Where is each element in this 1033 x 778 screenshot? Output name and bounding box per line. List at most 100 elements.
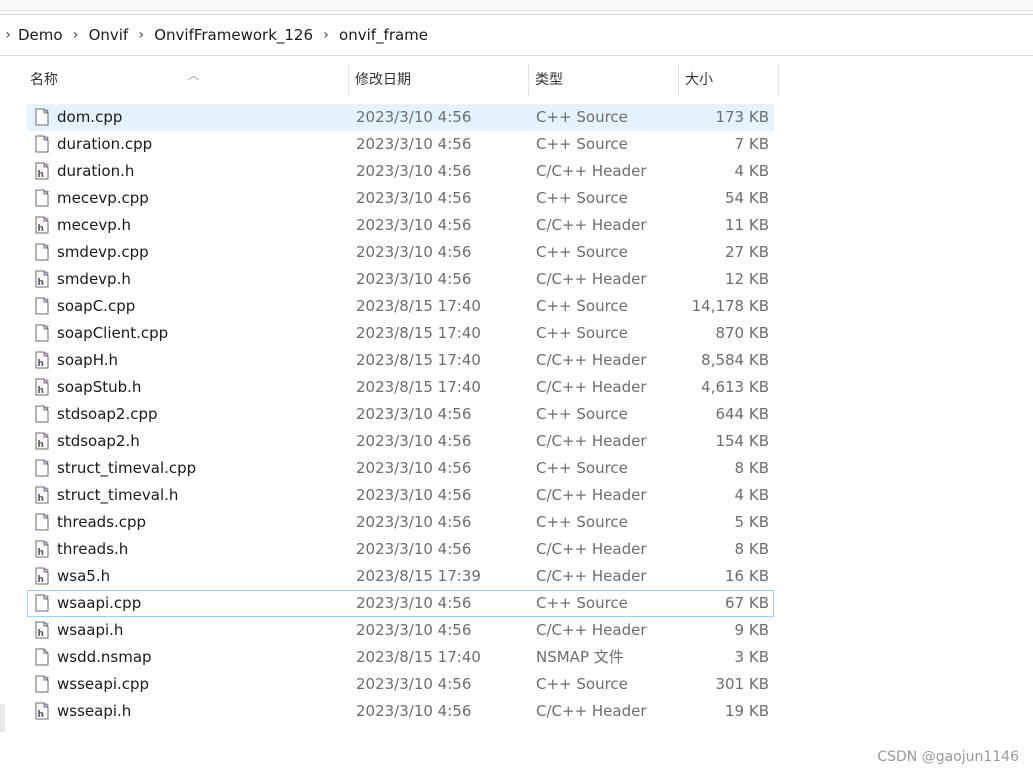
svg-text:h: h <box>38 386 44 396</box>
svg-text:h: h <box>38 710 44 720</box>
file-name: duration.h <box>57 162 135 180</box>
svg-text:h: h <box>38 548 44 558</box>
header-file-icon: h++ <box>34 486 55 504</box>
file-size: 19 KB <box>725 702 769 720</box>
file-type: C++ Source <box>536 405 628 423</box>
file-size: 8 KB <box>734 540 769 558</box>
chevron-right-icon[interactable]: › <box>130 27 152 43</box>
column-header-type-label: 类型 <box>535 72 563 88</box>
cpp-file-icon: ++ <box>34 594 55 612</box>
sort-ascending-icon: ︿ <box>188 69 199 82</box>
file-modified-date: 2023/3/10 4:56 <box>356 594 472 612</box>
chevron-right-icon[interactable]: › <box>65 27 87 43</box>
file-type: C++ Source <box>536 594 628 612</box>
cpp-file-icon: ++ <box>34 459 55 477</box>
file-row[interactable]: ++ soapC.cpp 2023/8/15 17:40 C++ Source 14,1… <box>27 293 774 320</box>
file-type: NSMAP 文件 <box>536 648 624 666</box>
column-header-size[interactable]: 大小 <box>679 64 779 96</box>
file-row[interactable]: ++ duration.cpp 2023/3/10 4:56 C++ Source 7 … <box>27 131 774 158</box>
file-name: threads.cpp <box>57 513 147 531</box>
header-file-icon: h++ <box>34 540 55 558</box>
file-row[interactable]: h++soapH.h2023/8/15 17:40C/C++ Header8,5… <box>27 347 774 374</box>
file-modified-date: 2023/3/10 4:56 <box>356 162 472 180</box>
scrollbar-thumb[interactable] <box>0 704 5 732</box>
header-file-icon: h++ <box>34 216 55 234</box>
column-header-row: 名称 ︿ 修改日期 类型 大小 <box>24 64 779 96</box>
svg-text:++: ++ <box>45 621 51 628</box>
svg-text:h: h <box>38 575 44 585</box>
svg-text:++: ++ <box>45 162 51 169</box>
file-size: 27 KB <box>725 243 769 261</box>
cpp-file-icon: ++ <box>34 513 55 531</box>
file-row[interactable]: h++duration.h 2023/3/10 4:56 C/C++ Header 4… <box>27 158 774 185</box>
file-row[interactable]: h++mecevp.h2023/3/10 4:56C/C++ Header11 … <box>27 212 774 239</box>
file-row[interactable]: h++smdevp.h2023/3/10 4:56C/C++ Header12 … <box>27 266 774 293</box>
file-row[interactable]: ++ soapClient.cpp 2023/8/15 17:40 C++ Sourc… <box>27 320 774 347</box>
file-row[interactable]: ++ smdevp.cpp 2023/3/10 4:56 C++ Source 27 K… <box>27 239 774 266</box>
svg-text:++: ++ <box>45 459 50 466</box>
svg-text:++: ++ <box>45 351 51 358</box>
file-modified-date: 2023/3/10 4:56 <box>356 675 472 693</box>
file-row[interactable]: ++ struct_timeval.cpp 2023/3/10 4:56 C++ So… <box>27 455 774 482</box>
file-size: 7 KB <box>734 135 769 153</box>
file-type: C/C++ Header <box>536 351 647 369</box>
file-row[interactable]: wsdd.nsmap 2023/8/15 17:40 NSMAP 文件 3 KB <box>27 644 774 671</box>
file-name: mecevp.h <box>57 216 131 234</box>
breadcrumb-item-onvif[interactable]: Onvif <box>87 26 131 44</box>
file-row[interactable]: ++ wsaapi.cpp 2023/3/10 4:56 C++ Source 67 K… <box>27 590 774 617</box>
svg-text:h: h <box>38 440 44 450</box>
header-file-icon: h++ <box>34 621 55 639</box>
file-row[interactable]: h++struct_timeval.h2023/3/10 4:56C/C++ H… <box>27 482 774 509</box>
chevron-right-icon[interactable]: › <box>0 27 16 43</box>
header-file-icon: h++ <box>34 351 55 369</box>
svg-text:++: ++ <box>45 243 50 250</box>
file-type: C/C++ Header <box>536 270 647 288</box>
breadcrumb-item-onvifframework[interactable]: OnvifFramework_126 <box>152 26 315 44</box>
file-row[interactable]: h++stdsoap2.h2023/3/10 4:56C/C++ Header1… <box>27 428 774 455</box>
cpp-file-icon: ++ <box>34 135 55 153</box>
file-row[interactable]: h++soapStub.h2023/8/15 17:40C/C++ Header… <box>27 374 774 401</box>
file-row[interactable]: ++ threads.cpp 2023/3/10 4:56 C++ Source 5 K… <box>27 509 774 536</box>
file-name: wsseapi.cpp <box>57 675 150 693</box>
breadcrumb: › Demo › Onvif › OnvifFramework_126 › on… <box>0 15 430 55</box>
file-size: 4 KB <box>734 162 769 180</box>
file-row[interactable]: h++wsaapi.h2023/3/10 4:56C/C++ Header9 K… <box>27 617 774 644</box>
header-file-icon: h++ <box>34 162 55 180</box>
header-file-icon: h++ <box>34 567 55 585</box>
file-row[interactable]: ++ mecevp.cpp 2023/3/10 4:56 C++ Source 54 K… <box>27 185 774 212</box>
chevron-right-icon[interactable]: › <box>315 27 337 43</box>
svg-text:++: ++ <box>45 675 50 682</box>
column-header-date[interactable]: 修改日期 <box>349 64 529 96</box>
file-row[interactable]: ++ stdsoap2.cpp 2023/3/10 4:56 C++ Source 64… <box>27 401 774 428</box>
file-modified-date: 2023/8/15 17:40 <box>356 378 481 396</box>
address-bar[interactable]: › Demo › Onvif › OnvifFramework_126 › on… <box>0 14 1033 56</box>
file-size: 67 KB <box>725 594 769 612</box>
header-file-icon: h++ <box>34 702 55 720</box>
breadcrumb-item-demo[interactable]: Demo <box>16 26 65 44</box>
svg-text:h: h <box>38 494 44 504</box>
column-header-name[interactable]: 名称 ︿ <box>24 64 349 96</box>
file-row[interactable]: h++wsa5.h2023/8/15 17:39C/C++ Header16 K… <box>27 563 774 590</box>
file-name: wsseapi.h <box>57 702 132 720</box>
file-size: 173 KB <box>715 108 769 126</box>
svg-text:++: ++ <box>45 189 50 196</box>
file-row[interactable]: ++ wsseapi.cpp 2023/3/10 4:56 C++ Source 301… <box>27 671 774 698</box>
cpp-file-icon: ++ <box>34 243 55 261</box>
breadcrumb-item-onvif-frame[interactable]: onvif_frame <box>337 26 430 44</box>
file-row[interactable]: ++ dom.cpp 2023/3/10 4:56 C++ Source 173 KB <box>27 104 774 131</box>
file-type: C/C++ Header <box>536 216 647 234</box>
file-size: 11 KB <box>725 216 769 234</box>
header-file-icon: h++ <box>34 432 55 450</box>
file-row[interactable]: h++wsseapi.h2023/3/10 4:56C/C++ Header19… <box>27 698 774 725</box>
file-size: 301 KB <box>715 675 769 693</box>
file-row[interactable]: h++threads.h2023/3/10 4:56C/C++ Header8 … <box>27 536 774 563</box>
file-type: C++ Source <box>536 513 628 531</box>
file-type: C/C++ Header <box>536 162 647 180</box>
column-header-type[interactable]: 类型 <box>529 64 679 96</box>
file-list: ++dom.cpp2023/3/10 4:56C++ Source173 KB+… <box>27 104 774 725</box>
file-modified-date: 2023/8/15 17:40 <box>356 324 481 342</box>
file-type: C/C++ Header <box>536 432 647 450</box>
file-modified-date: 2023/3/10 4:56 <box>356 702 472 720</box>
file-modified-date: 2023/3/10 4:56 <box>356 243 472 261</box>
file-name: struct_timeval.h <box>57 486 179 504</box>
